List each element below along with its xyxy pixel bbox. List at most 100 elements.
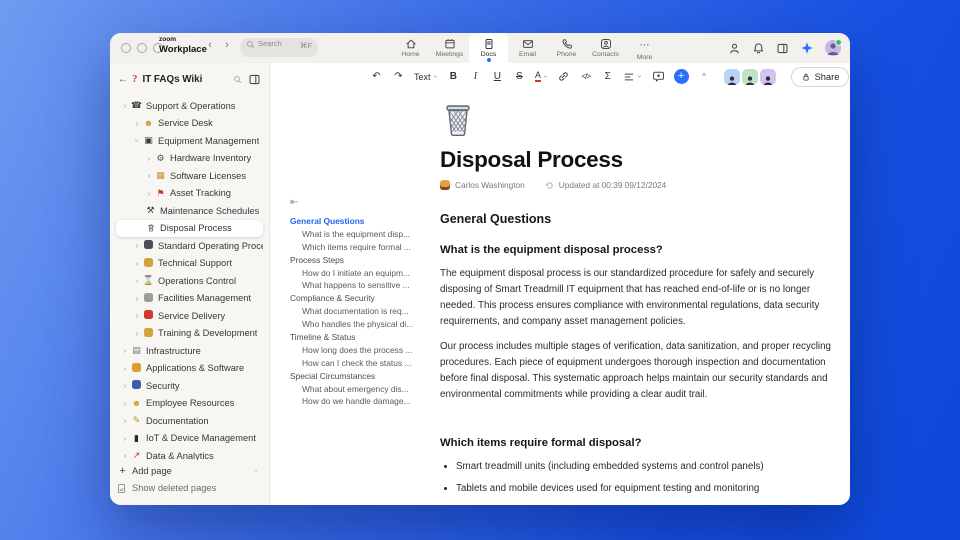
show-deleted-pages-button[interactable]: Show deleted pages bbox=[116, 480, 263, 498]
equation-button[interactable]: Σ bbox=[601, 69, 614, 85]
chevron-right-icon[interactable]: › bbox=[132, 276, 142, 285]
outline-question[interactable]: What is the equipment disp... bbox=[290, 228, 442, 241]
nav-forward-button[interactable]: › bbox=[220, 39, 234, 51]
tab-phone[interactable]: Phone bbox=[547, 33, 586, 63]
sidebar-item-software-licenses[interactable]: › ▦ Software Licenses bbox=[116, 167, 263, 185]
document-body[interactable]: Disposal Process Carlos Washington Updat… bbox=[440, 90, 832, 505]
chevron-down-icon[interactable]: › bbox=[133, 136, 142, 146]
sidebar-item-data-analytics[interactable]: › ↗ Data & Analytics bbox=[116, 447, 263, 460]
chevron-right-icon[interactable]: › bbox=[120, 364, 130, 373]
strikethrough-button[interactable]: S bbox=[513, 69, 526, 85]
outline-question[interactable]: How do I initiate an equipm... bbox=[290, 267, 442, 280]
outline-question[interactable]: What happens to sensitive ... bbox=[290, 279, 442, 292]
outline-section[interactable]: Special Circumstances bbox=[290, 370, 442, 383]
collapse-toolbar-button[interactable]: ^ bbox=[698, 69, 711, 85]
chevron-right-icon[interactable]: › bbox=[132, 294, 142, 303]
sidebar-item-technical-support[interactable]: › Technical Support bbox=[116, 255, 263, 273]
sidebar-item-applications-software[interactable]: › Applications & Software bbox=[116, 360, 263, 378]
sidebar-item-support-operations[interactable]: › ☎ Support & Operations bbox=[116, 97, 263, 115]
tab-docs[interactable]: Docs bbox=[469, 33, 508, 63]
sidebar-item-asset-tracking[interactable]: › ⚑ Asset Tracking bbox=[116, 185, 263, 203]
underline-button[interactable]: U bbox=[491, 69, 504, 85]
chevron-right-icon[interactable]: › bbox=[144, 189, 154, 198]
sidebar-search-icon[interactable] bbox=[233, 75, 242, 84]
sidebar-item-security[interactable]: › Security bbox=[116, 377, 263, 395]
tab-contacts[interactable]: Contacts bbox=[586, 33, 625, 63]
tab-email[interactable]: Email bbox=[508, 33, 547, 63]
sidebar-item-documentation[interactable]: › ✎ Documentation bbox=[116, 412, 263, 430]
outline-question[interactable]: How long does the process ... bbox=[290, 344, 442, 357]
text-color-dropdown[interactable]: A › bbox=[534, 71, 549, 82]
outline-question[interactable]: What documentation is req... bbox=[290, 305, 442, 318]
sidebar-item-service-delivery[interactable]: › Service Delivery bbox=[116, 307, 263, 325]
outline-question[interactable]: How can I check the status ... bbox=[290, 357, 442, 370]
close-window-button[interactable] bbox=[121, 43, 131, 53]
tab-more[interactable]: ⋯ More bbox=[625, 33, 664, 63]
outline-question[interactable]: How do we handle damage... bbox=[290, 395, 442, 408]
notifications-bell-icon[interactable] bbox=[752, 42, 765, 55]
chevron-right-icon[interactable]: › bbox=[120, 399, 130, 408]
chevron-right-icon[interactable]: › bbox=[132, 241, 142, 250]
share-button[interactable]: Share bbox=[790, 66, 850, 87]
minimize-window-button[interactable] bbox=[137, 43, 147, 53]
search-input[interactable]: Search ⌘F bbox=[240, 38, 318, 57]
chevron-right-icon[interactable]: › bbox=[132, 259, 142, 268]
sidebar-back-button[interactable]: ← bbox=[118, 74, 128, 85]
outline-question[interactable]: Who handles the physical di... bbox=[290, 318, 442, 331]
outline-section[interactable]: Compliance & Security bbox=[290, 292, 442, 305]
outline-collapse-icon[interactable]: ⇤ bbox=[290, 197, 442, 208]
nav-back-button[interactable]: ‹ bbox=[203, 39, 217, 51]
sidebar-item-iot-device-management[interactable]: › ▮ IoT & Device Management bbox=[116, 430, 263, 448]
outline-question[interactable]: What about emergency dis... bbox=[290, 383, 442, 396]
sidebar-collapse-icon[interactable] bbox=[248, 73, 261, 86]
item-icon: ↗ bbox=[132, 450, 141, 460]
chevron-right-icon[interactable]: › bbox=[120, 381, 130, 390]
sidebar-item-equipment-management[interactable]: › ▣ Equipment Management bbox=[116, 132, 263, 150]
account-avatar[interactable] bbox=[825, 39, 842, 56]
undo-button[interactable]: ↶ bbox=[370, 69, 383, 85]
chevron-right-icon[interactable]: › bbox=[132, 311, 142, 320]
insert-plus-button[interactable]: + bbox=[673, 69, 689, 84]
chevron-right-icon[interactable]: › bbox=[144, 154, 154, 163]
sidebar-item-standard-operating-procedures[interactable]: › Standard Operating Procedures bbox=[116, 237, 263, 255]
chevron-right-icon[interactable]: › bbox=[120, 434, 130, 443]
list-format-dropdown[interactable]: › bbox=[623, 71, 643, 83]
bold-button[interactable]: B bbox=[447, 69, 460, 85]
sidebar-item-maintenance-schedules[interactable]: ⚒ Maintenance Schedules bbox=[116, 202, 263, 220]
sidebar-item-infrastructure[interactable]: › ▤ Infrastructure bbox=[116, 342, 263, 360]
outline-section[interactable]: Timeline & Status bbox=[290, 331, 442, 344]
bullet-item: Tablets and mobile devices used for equi… bbox=[456, 483, 832, 494]
comment-button[interactable] bbox=[652, 69, 665, 85]
chevron-right-icon[interactable]: › bbox=[120, 346, 130, 355]
sidebar-item-facilities-management[interactable]: › Facilities Management bbox=[116, 290, 263, 308]
text-style-dropdown[interactable]: Text › bbox=[414, 72, 438, 82]
sidebar-item-hardware-inventory[interactable]: › ⚙ Hardware Inventory bbox=[116, 150, 263, 168]
chevron-right-icon[interactable]: › bbox=[132, 119, 142, 128]
sidebar-item-service-desk[interactable]: › ☻ Service Desk bbox=[116, 115, 263, 133]
profile-icon[interactable] bbox=[728, 42, 741, 55]
add-page-button[interactable]: + Add page › bbox=[116, 462, 263, 480]
panel-toggle-icon[interactable] bbox=[776, 42, 789, 55]
code-button[interactable]: </> bbox=[579, 69, 592, 85]
outline-section[interactable]: Process Steps bbox=[290, 254, 442, 267]
collaborator-avatar-1[interactable] bbox=[723, 68, 740, 85]
italic-button[interactable]: I bbox=[469, 69, 482, 85]
chevron-right-icon[interactable]: › bbox=[120, 101, 130, 110]
link-button[interactable] bbox=[557, 69, 570, 85]
redo-button[interactable]: ↷ bbox=[392, 69, 405, 85]
outline-question[interactable]: Which items require formal ... bbox=[290, 241, 442, 254]
outline-section[interactable]: General Questions bbox=[290, 215, 442, 228]
ai-companion-icon[interactable] bbox=[800, 41, 814, 55]
tab-home[interactable]: Home bbox=[391, 33, 430, 63]
sidebar-item-employee-resources[interactable]: › ☻ Employee Resources bbox=[116, 395, 263, 413]
chevron-right-icon[interactable]: › bbox=[120, 451, 130, 460]
chevron-right-icon[interactable]: › bbox=[144, 171, 154, 180]
sidebar-item-training-development[interactable]: › Training & Development bbox=[116, 325, 263, 343]
sidebar-item-disposal-process[interactable]: Disposal Process bbox=[116, 219, 263, 237]
chevron-right-icon[interactable]: › bbox=[120, 416, 130, 425]
chevron-right-icon[interactable]: › bbox=[132, 329, 142, 338]
tab-meetings[interactable]: Meetings bbox=[430, 33, 469, 63]
collaborator-avatar-2[interactable] bbox=[741, 68, 758, 85]
collaborator-avatar-3[interactable] bbox=[759, 68, 776, 85]
sidebar-item-operations-control[interactable]: › ⌛ Operations Control bbox=[116, 272, 263, 290]
